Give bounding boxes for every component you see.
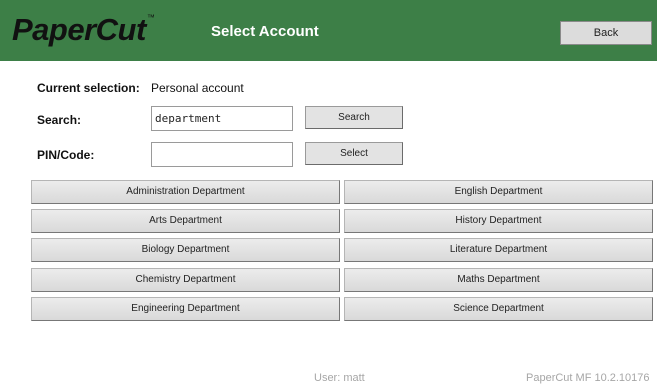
header-bar: PaperCut™ Select Account Back xyxy=(0,0,657,61)
account-button-chemistry[interactable]: Chemistry Department xyxy=(31,268,340,292)
account-button-science[interactable]: Science Department xyxy=(344,297,653,321)
account-button-engineering[interactable]: Engineering Department xyxy=(31,297,340,321)
back-button[interactable]: Back xyxy=(560,21,652,45)
account-button-english[interactable]: English Department xyxy=(344,180,653,204)
footer-version: PaperCut MF 10.2.10176 xyxy=(526,372,650,384)
main-panel: Current selection: Personal account Sear… xyxy=(0,61,657,387)
page-title: Select Account xyxy=(211,23,319,40)
search-label: Search: xyxy=(37,113,82,127)
current-selection-label: Current selection: xyxy=(37,81,140,95)
pin-label: PIN/Code: xyxy=(37,148,95,162)
account-button-biology[interactable]: Biology Department xyxy=(31,238,340,262)
account-button-arts[interactable]: Arts Department xyxy=(31,209,340,233)
account-button-maths[interactable]: Maths Department xyxy=(344,268,653,292)
footer-user: User: matt xyxy=(314,372,365,384)
current-selection-value: Personal account xyxy=(151,81,244,95)
pin-code-input[interactable] xyxy=(151,142,293,167)
account-button-history[interactable]: History Department xyxy=(344,209,653,233)
select-button[interactable]: Select xyxy=(305,142,403,165)
account-button-literature[interactable]: Literature Department xyxy=(344,238,653,262)
logo-text: PaperCut xyxy=(12,12,146,47)
search-input[interactable]: department xyxy=(151,106,293,131)
logo-trademark: ™ xyxy=(146,13,155,22)
search-button[interactable]: Search xyxy=(305,106,403,129)
account-button-administration[interactable]: Administration Department xyxy=(31,180,340,204)
papercut-logo: PaperCut™ xyxy=(12,12,155,47)
